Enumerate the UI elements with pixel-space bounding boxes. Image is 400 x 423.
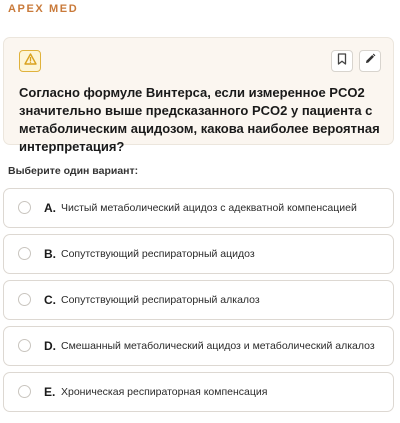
option-letter: D. [44,339,56,353]
instruction-label: Выберите один вариант: [8,165,139,177]
radio-button[interactable] [18,293,31,306]
option-text: Смешанный метаболический ацидоз и метабо… [61,340,375,352]
quiz-page: APEX MED Согласно формуле Винтерса, если… [0,0,400,423]
edit-button[interactable] [359,50,381,72]
radio-button[interactable] [18,385,31,398]
question-card: Согласно формуле Винтерса, если измеренн… [3,37,394,154]
option-letter: A. [44,201,56,215]
option-text: Сопутствующий респираторный ацидоз [61,248,255,260]
bookmark-icon [337,52,347,70]
option-a[interactable]: A. Чистый метаболический ацидоз с адеква… [3,188,394,228]
radio-button[interactable] [18,201,31,214]
brand-logo-text: APEX MED [8,3,79,15]
option-text: Сопутствующий респираторный алкалоз [61,294,260,306]
option-b[interactable]: B. Сопутствующий респираторный ацидоз [3,234,394,274]
question-text: Согласно формуле Винтерса, если измеренн… [19,85,380,154]
option-c[interactable]: C. Сопутствующий респираторный алкалоз [3,280,394,320]
bookmark-button[interactable] [331,50,353,72]
option-e[interactable]: E. Хроническая респираторная компенсация [3,372,394,412]
warning-triangle-icon [23,52,37,70]
option-letter: B. [44,247,56,261]
pencil-icon [364,52,376,70]
answer-options: A. Чистый метаболический ацидоз с адеква… [3,188,394,418]
warning-badge [19,50,41,72]
option-letter: C. [44,293,56,307]
option-text: Хроническая респираторная компенсация [61,386,268,398]
question-actions [331,50,381,72]
radio-button[interactable] [18,339,31,352]
option-letter: E. [44,385,56,399]
option-text: Чистый метаболический ацидоз с адекватно… [61,202,357,214]
option-d[interactable]: D. Смешанный метаболический ацидоз и мет… [3,326,394,366]
radio-button[interactable] [18,247,31,260]
